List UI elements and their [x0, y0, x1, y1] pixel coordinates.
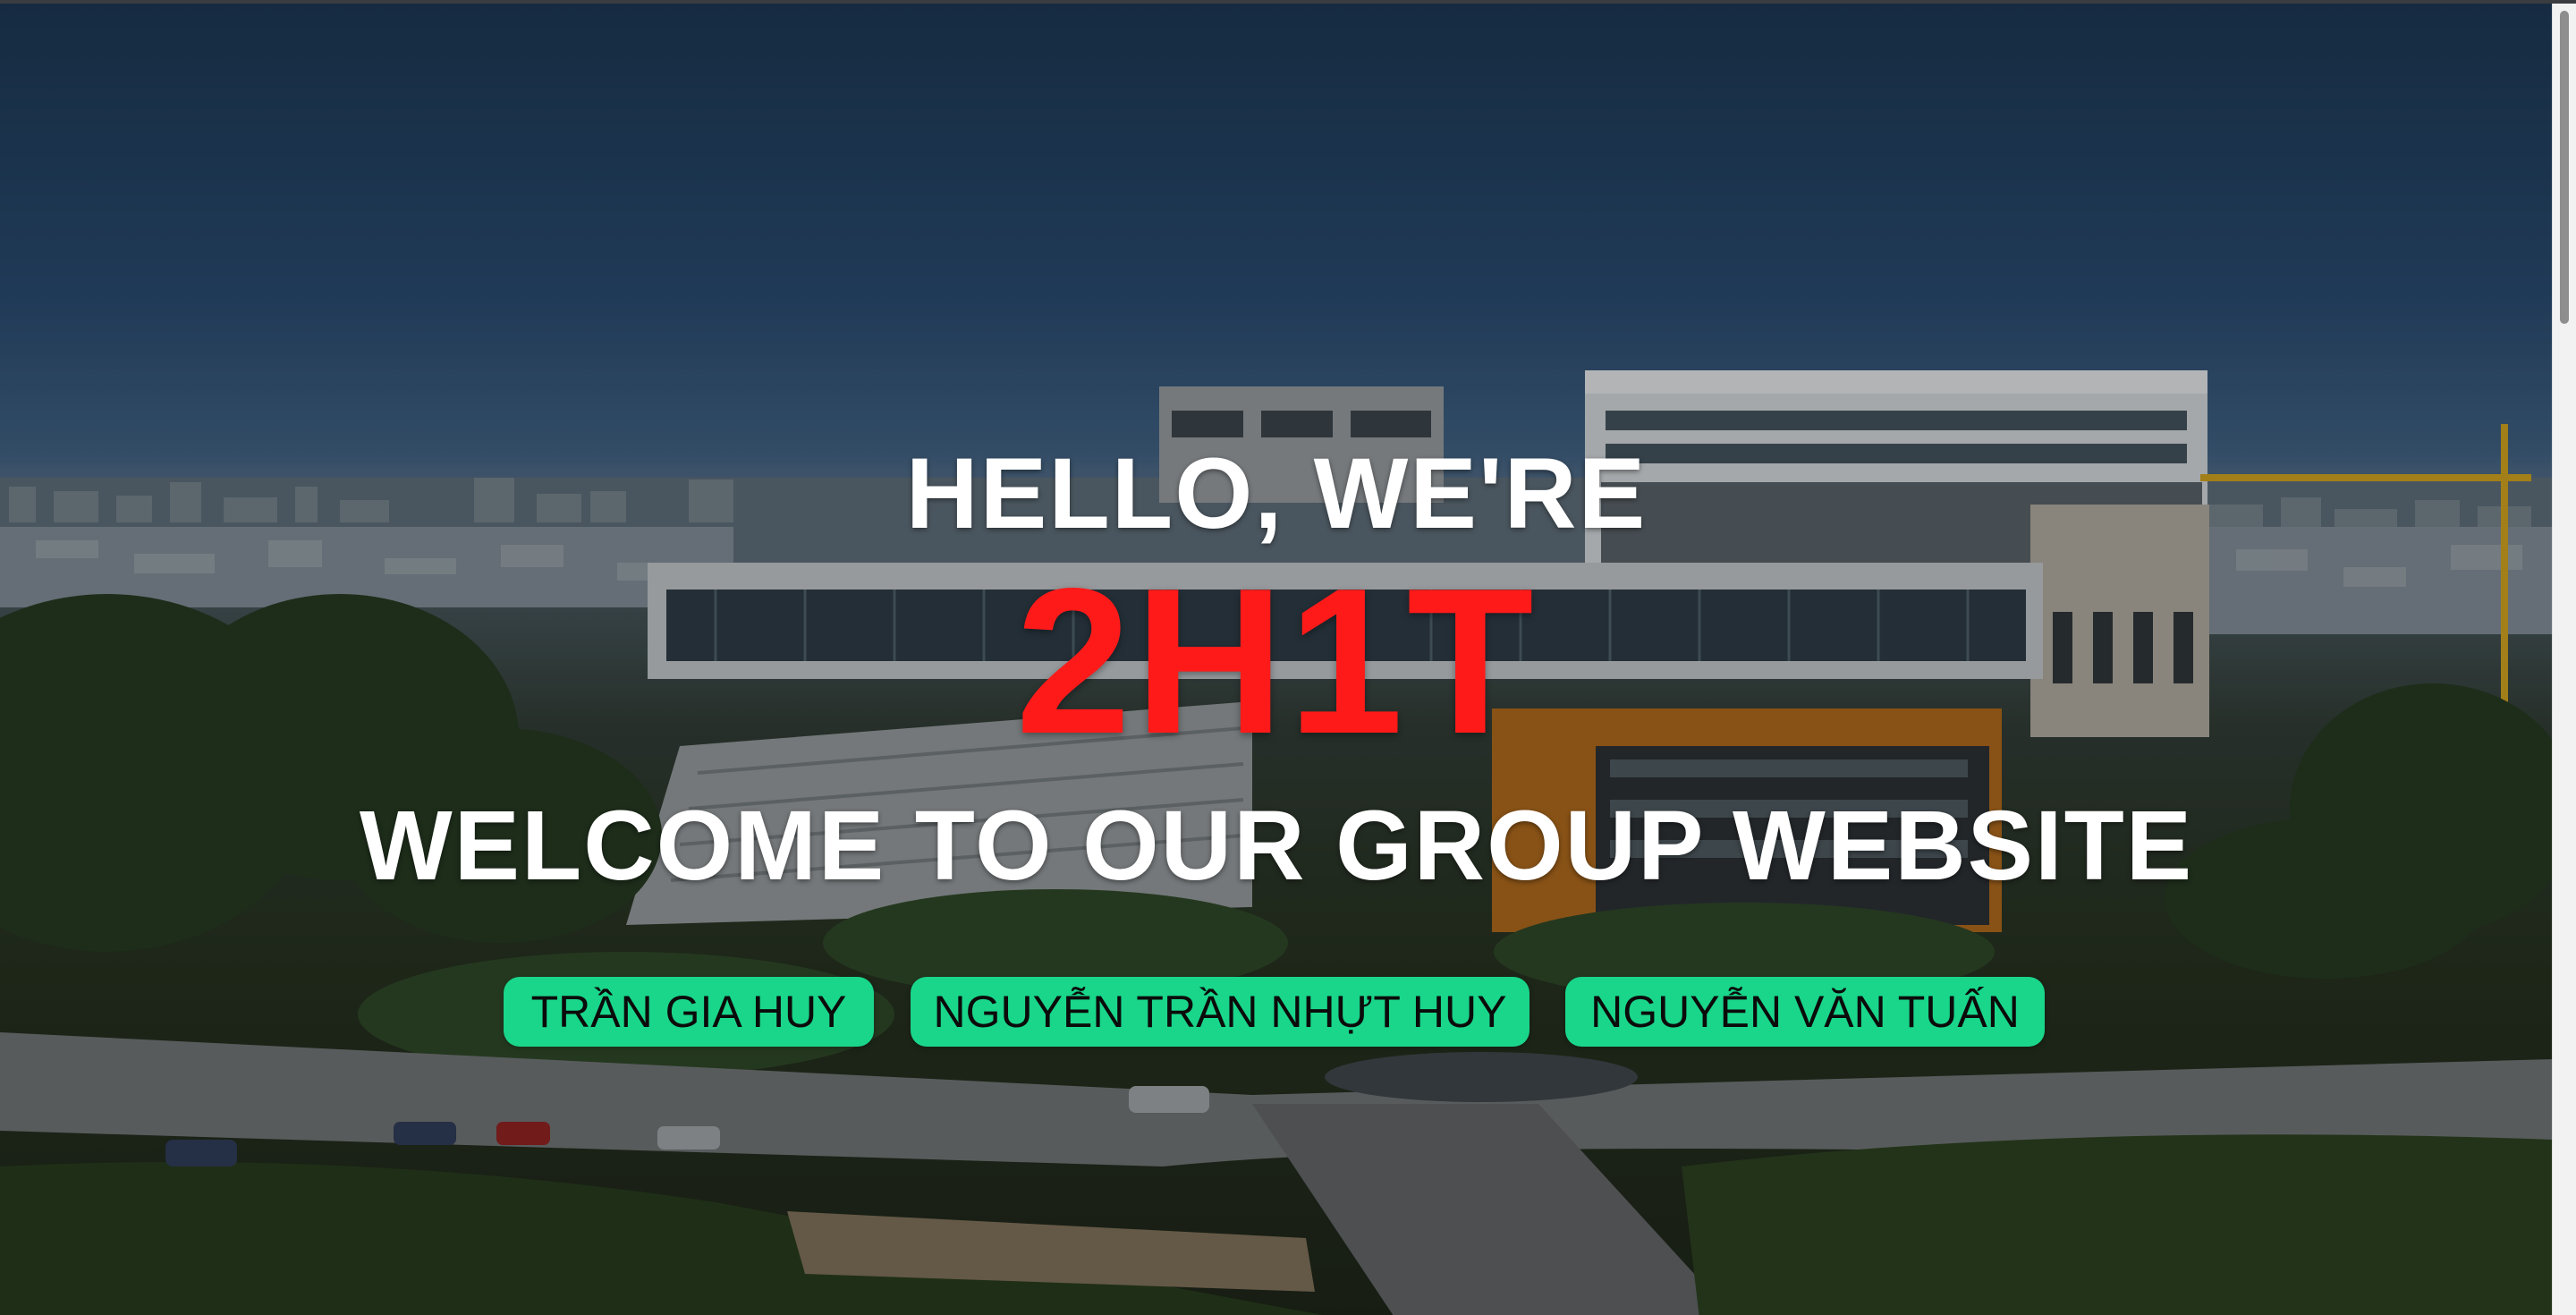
vertical-scrollbar[interactable]	[2552, 4, 2576, 1315]
group-brand-name: 2H1T	[1015, 546, 1538, 777]
scrollbar-thumb[interactable]	[2560, 11, 2569, 324]
hero-section: HELLO, WE'RE 2H1T WELCOME TO OUR GROUP W…	[0, 4, 2553, 1315]
member-button-nguyen-van-tuan[interactable]: NGUYỄN VĂN TUẤN	[1565, 977, 2045, 1047]
member-links: TRẦN GIA HUY NGUYỄN TRẦN NHỰT HUY NGUYỄN…	[0, 977, 2553, 1048]
hero-welcome-text: WELCOME TO OUR GROUP WEBSITE	[359, 791, 2194, 901]
page-viewport: HELLO, WE'RE 2H1T WELCOME TO OUR GROUP W…	[0, 0, 2576, 1315]
member-button-nguyen-tran-nhut-huy[interactable]: NGUYỄN TRẦN NHỰT HUY	[911, 977, 1530, 1047]
hero-greeting: HELLO, WE'RE	[905, 437, 1648, 549]
member-button-tran-gia-huy[interactable]: TRẦN GIA HUY	[504, 977, 874, 1047]
